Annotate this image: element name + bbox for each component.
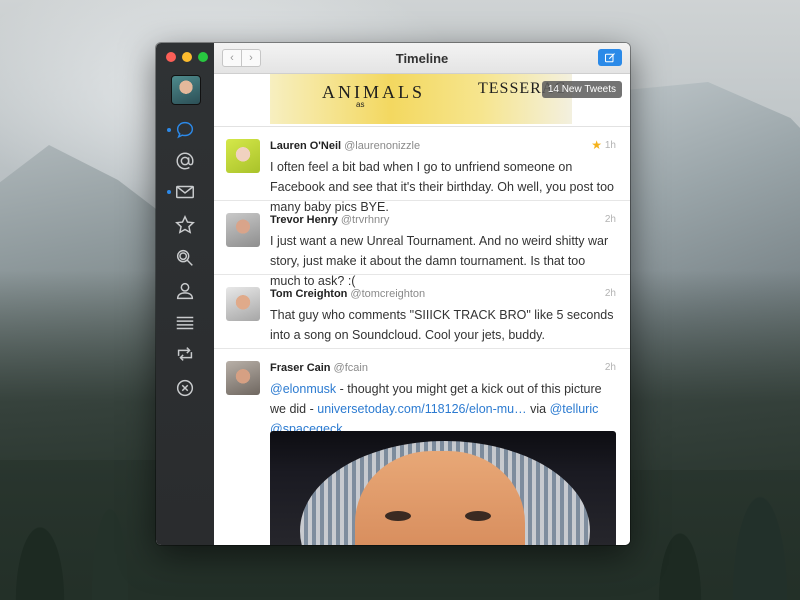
photo-eye <box>385 511 411 521</box>
author-handle: @laurenonizzle <box>344 140 421 152</box>
tweet[interactable]: Lauren O'Neil @laurenonizzle ★ 1h I often… <box>214 127 630 214</box>
window-title: Timeline <box>395 51 449 66</box>
favorite-star-icon[interactable]: ★ <box>591 138 602 152</box>
sidebar-item-lists[interactable] <box>156 308 214 338</box>
media-banner[interactable]: ANIMALS as TESSERAC <box>270 74 572 124</box>
author-handle: @trvrhnry <box>340 214 390 226</box>
tweet-text: That guy who comments "SIIICK TRACK BRO"… <box>270 308 614 342</box>
tweet-time: 2h <box>604 362 616 373</box>
tweet-author[interactable]: Tom Creighton @tomcreighton <box>270 288 425 300</box>
mention-link[interactable]: @elonmusk <box>270 382 336 396</box>
unread-indicator <box>167 190 171 194</box>
unread-indicator <box>167 128 171 132</box>
avatar[interactable] <box>226 213 260 247</box>
compose-button[interactable] <box>598 49 622 66</box>
magnifier-icon <box>176 249 193 266</box>
sidebar-item-retweets[interactable] <box>156 339 214 369</box>
list-icon <box>176 316 194 330</box>
avatar[interactable] <box>226 139 260 173</box>
envelope-icon <box>176 185 194 199</box>
tweet[interactable]: Fraser Cain @fcain 2h @elonmusk - thought… <box>214 349 630 545</box>
tweet-time: 2h <box>604 288 616 299</box>
new-tweets-pill[interactable]: 14 New Tweets <box>541 81 622 98</box>
compose-icon <box>604 52 615 62</box>
timeline[interactable]: ANIMALS as TESSERAC 14 New Tweets Lauren… <box>214 74 630 545</box>
tweet-time: 1h <box>604 140 616 151</box>
tweet[interactable]: Tom Creighton @tomcreighton 2h That guy w… <box>214 275 630 349</box>
url-link[interactable]: universetoday.com/118126/elon-mu… <box>317 402 526 416</box>
tweet-time: 2h <box>604 214 616 225</box>
main-pane: ‹ › Timeline ANIMALS as TESSERAC 14 New … <box>214 43 630 545</box>
sidebar-item-mentions[interactable] <box>156 146 214 176</box>
photo-eye <box>465 511 491 521</box>
banner-text-left: ANIMALS <box>322 82 426 102</box>
author-name: Trevor Henry <box>270 214 338 226</box>
avatar[interactable] <box>226 287 260 321</box>
minimize-window-button[interactable] <box>182 52 192 62</box>
banner-text-sub: as <box>356 100 365 109</box>
retweet-icon <box>177 347 193 361</box>
sidebar-item-profile[interactable] <box>156 276 214 306</box>
person-icon <box>176 282 194 300</box>
sidebar-item-messages[interactable] <box>156 177 214 207</box>
author-name: Lauren O'Neil <box>270 140 342 152</box>
account-avatar[interactable] <box>171 75 201 105</box>
sidebar-item-muted[interactable] <box>156 373 214 403</box>
app-window: ‹ › Timeline ANIMALS as TESSERAC 14 New … <box>156 43 630 545</box>
zoom-window-button[interactable] <box>198 52 208 62</box>
tweet-author[interactable]: Lauren O'Neil @laurenonizzle <box>270 140 420 152</box>
author-name: Fraser Cain <box>270 362 331 374</box>
sidebar-item-favorites[interactable] <box>156 210 214 240</box>
mention-link[interactable]: @telluric <box>550 402 599 416</box>
tweet[interactable]: Trevor Henry @trvrhnry 2h I just want a n… <box>214 201 630 288</box>
tweet-author[interactable]: Trevor Henry @trvrhnry <box>270 214 389 226</box>
sidebar-item-search[interactable] <box>156 243 214 273</box>
author-handle: @fcain <box>333 362 368 374</box>
author-name: Tom Creighton <box>270 288 348 300</box>
mute-icon <box>176 379 194 397</box>
tweet-author[interactable]: Fraser Cain @fcain <box>270 362 368 374</box>
avatar[interactable] <box>226 361 260 395</box>
at-icon <box>176 152 194 170</box>
sidebar-item-timeline[interactable] <box>156 115 214 145</box>
close-window-button[interactable] <box>166 52 176 62</box>
tweet-text: @elonmusk - thought you might get a kick… <box>270 379 618 439</box>
sidebar <box>156 43 214 545</box>
tweet-photo[interactable] <box>270 431 616 545</box>
tweet-text-via: via <box>526 402 550 416</box>
star-icon <box>175 215 195 234</box>
title-bar: ‹ › Timeline <box>214 43 630 74</box>
author-handle: @tomcreighton <box>350 288 426 300</box>
speech-bubble-icon <box>176 121 194 139</box>
traffic-lights <box>166 52 208 62</box>
